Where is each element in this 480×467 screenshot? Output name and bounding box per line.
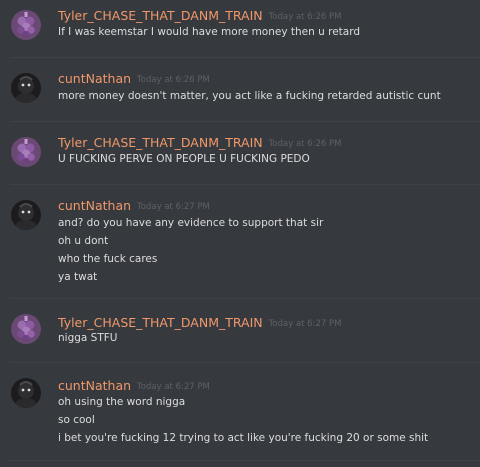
avatar[interactable] [11,73,41,103]
username[interactable]: cuntNathan [58,71,131,86]
username[interactable]: Tyler_CHASE_THAT_DANM_TRAIN [58,135,263,150]
message-text: i bet you're fucking 12 trying to act li… [58,432,429,444]
message-text: ya twat [58,271,98,283]
username[interactable]: Tyler_CHASE_THAT_DANM_TRAIN [58,8,263,23]
message-timestamp: Today at 6:26 PM [268,139,342,149]
message-header: cuntNathan Today at 6:27 PM [58,196,210,216]
username[interactable]: cuntNathan [58,378,131,393]
avatar[interactable] [11,314,41,344]
message-divider [10,121,480,122]
avatar[interactable] [11,200,41,230]
dark-character-avatar-icon [11,378,41,408]
message-header: cuntNathan Today at 6:26 PM [58,69,210,89]
message-body: oh using the word nigga so cool i bet yo… [58,393,472,447]
message-divider [10,460,480,461]
username[interactable]: Tyler_CHASE_THAT_DANM_TRAIN [58,315,263,330]
username[interactable]: cuntNathan [58,198,131,213]
avatar[interactable] [11,10,41,40]
message-timestamp: Today at 6:26 PM [268,12,342,22]
purple-grapes-avatar-icon [11,137,41,167]
message-text: U FUCKING PERVE ON PEOPLE U FUCKING PEDO [58,153,310,165]
message-timestamp: Today at 6:27 PM [268,319,342,329]
purple-grapes-avatar-icon [11,10,41,40]
message-divider [10,57,480,58]
message-text: who the fuck cares [58,253,158,265]
dark-character-avatar-icon [11,200,41,230]
message-divider [10,298,480,299]
message-text: so cool [58,414,95,426]
purple-grapes-avatar-icon [11,314,41,344]
message-timestamp: Today at 6:27 PM [137,202,210,212]
message-text: nigga STFU [58,332,118,344]
avatar[interactable] [11,378,41,408]
message-text: more money doesn't matter, you act like … [58,90,441,102]
message-text: oh using the word nigga [58,396,186,408]
message-timestamp: Today at 6:27 PM [137,382,210,392]
message-timestamp: Today at 6:26 PM [137,75,210,85]
message-text: oh u dont [58,235,109,247]
message-body: U FUCKING PERVE ON PEOPLE U FUCKING PEDO [58,150,472,168]
message-text: and? do you have any evidence to support… [58,217,324,229]
dark-character-avatar-icon [11,73,41,103]
message-divider [10,184,480,185]
message-divider [10,362,480,363]
message-body: If I was keemstar I would have more mone… [58,23,472,41]
avatar[interactable] [11,137,41,167]
message-body: nigga STFU [58,329,472,347]
message-text: If I was keemstar I would have more mone… [58,26,361,38]
message-body: and? do you have any evidence to support… [58,214,472,286]
message-body: more money doesn't matter, you act like … [58,87,472,105]
